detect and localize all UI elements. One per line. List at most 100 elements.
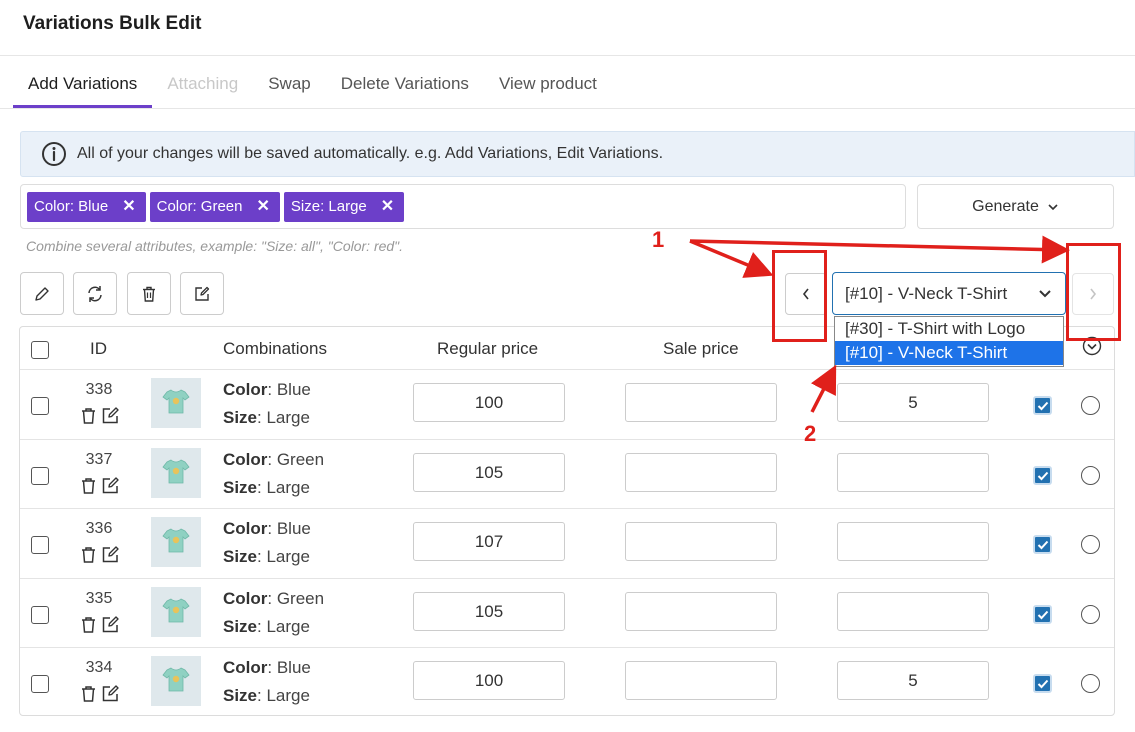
variation-thumbnail[interactable] <box>151 378 201 428</box>
default-radio[interactable] <box>1081 674 1100 693</box>
row-checkbox[interactable] <box>31 675 49 693</box>
product-option-selected[interactable]: [#10] - V-Neck T-Shirt <box>835 341 1063 365</box>
trash-icon[interactable] <box>80 407 97 425</box>
variation-combination: Color: Green Size: Large <box>223 446 324 502</box>
attr-value: : Blue <box>267 519 311 538</box>
sale-price-input[interactable] <box>625 383 777 422</box>
tab-attaching: Attaching <box>167 74 239 93</box>
attr-value: : Large <box>257 408 310 427</box>
tab-swap[interactable]: Swap <box>253 62 326 108</box>
stock-input[interactable] <box>837 661 989 700</box>
variation-combination: Color: Blue Size: Large <box>223 515 311 571</box>
edit-icon[interactable] <box>101 684 120 703</box>
remove-tag-icon[interactable]: ✕ <box>122 192 135 222</box>
row-checkbox[interactable] <box>31 536 49 554</box>
table-row: 337 Color: Green Size: Large <box>20 439 1114 509</box>
regular-price-input[interactable] <box>413 522 565 561</box>
variation-thumbnail[interactable] <box>151 656 201 706</box>
enabled-checkbox[interactable] <box>1033 535 1052 554</box>
select-all-checkbox[interactable] <box>31 341 49 359</box>
remove-tag-icon[interactable]: ✕ <box>256 192 269 222</box>
trash-icon[interactable] <box>80 546 97 564</box>
row-checkbox[interactable] <box>31 397 49 415</box>
regular-price-input[interactable] <box>413 453 565 492</box>
regular-price-input[interactable] <box>413 383 565 422</box>
sale-price-input[interactable] <box>625 592 777 631</box>
trash-icon[interactable] <box>80 477 97 495</box>
attr-label: Size <box>223 478 258 497</box>
enabled-checkbox[interactable] <box>1033 396 1052 415</box>
attr-value: : Large <box>257 617 310 636</box>
attr-label: Color <box>223 589 268 608</box>
autosave-notice: All of your changes will be saved automa… <box>20 131 1135 177</box>
default-radio[interactable] <box>1081 535 1100 554</box>
variation-thumbnail[interactable] <box>151 517 201 567</box>
column-sale-price: Sale price <box>663 339 739 358</box>
tabs-divider <box>0 108 1135 109</box>
edit-icon[interactable] <box>101 615 120 634</box>
regular-price-input[interactable] <box>413 592 565 631</box>
enabled-checkbox[interactable] <box>1033 674 1052 693</box>
default-radio[interactable] <box>1081 396 1100 415</box>
delete-button[interactable] <box>127 272 171 315</box>
edit-square-icon <box>195 286 210 301</box>
sale-price-input[interactable] <box>625 453 777 492</box>
regular-price-input[interactable] <box>413 661 565 700</box>
table-row: 338 Color: Blue Size: Large <box>20 369 1114 439</box>
variation-thumbnail[interactable] <box>151 448 201 498</box>
trash-icon[interactable] <box>80 616 97 634</box>
annotation-label-1: 1 <box>652 227 665 252</box>
attributes-input[interactable]: Color: Blue ✕ Color: Green ✕ Size: Large… <box>20 184 906 229</box>
annotation-label-2: 2 <box>804 421 817 446</box>
generate-label: Generate <box>972 197 1039 215</box>
generate-button[interactable]: Generate <box>917 184 1114 229</box>
attribute-tag: Color: Green ✕ <box>149 191 280 222</box>
refresh-button[interactable] <box>73 272 117 315</box>
attr-label: Size <box>223 686 258 705</box>
header-divider <box>0 55 1135 56</box>
edit-icon[interactable] <box>101 476 120 495</box>
attr-value: : Large <box>257 547 310 566</box>
tab-view-product[interactable]: View product <box>484 62 612 108</box>
stock-input[interactable] <box>837 522 989 561</box>
enabled-checkbox[interactable] <box>1033 605 1052 624</box>
bulk-edit-button[interactable] <box>20 272 64 315</box>
default-radio[interactable] <box>1081 605 1100 624</box>
trash-icon[interactable] <box>80 685 97 703</box>
sale-price-input[interactable] <box>625 661 777 700</box>
attr-value: : Blue <box>267 658 311 677</box>
tag-label: Size: Large <box>290 197 367 215</box>
edit-selected-button[interactable] <box>180 272 224 315</box>
edit-icon[interactable] <box>101 545 120 564</box>
product-option[interactable]: [#30] - T-Shirt with Logo <box>835 317 1063 341</box>
sale-price-input[interactable] <box>625 522 777 561</box>
edit-icon[interactable] <box>101 406 120 425</box>
variation-id: 335 <box>85 590 113 607</box>
stock-input[interactable] <box>837 383 989 422</box>
tab-add-variations[interactable]: Add Variations <box>13 62 153 108</box>
row-checkbox[interactable] <box>31 606 49 624</box>
attr-value: : Large <box>257 478 310 497</box>
attribute-tag: Size: Large ✕ <box>283 191 405 222</box>
tshirt-image <box>161 456 191 491</box>
attr-label: Color <box>223 658 268 677</box>
table-row: 335 Color: Green Size: Large <box>20 578 1114 648</box>
column-regular-price: Regular price <box>437 339 539 358</box>
variation-thumbnail[interactable] <box>151 587 201 637</box>
row-checkbox[interactable] <box>31 467 49 485</box>
remove-tag-icon[interactable]: ✕ <box>381 192 394 222</box>
annotation-box-prev <box>772 250 827 342</box>
annotation-box-next <box>1066 243 1121 341</box>
tag-label: Color: Blue <box>34 197 109 215</box>
enabled-checkbox[interactable] <box>1033 466 1052 485</box>
variation-id: 336 <box>85 520 113 537</box>
default-radio[interactable] <box>1081 466 1100 485</box>
tshirt-image <box>161 525 191 560</box>
stock-input[interactable] <box>837 592 989 631</box>
product-select[interactable]: [#10] - V-Neck T-Shirt <box>832 272 1066 315</box>
attr-label: Color <box>223 380 268 399</box>
variation-combination: Color: Green Size: Large <box>223 585 324 641</box>
stock-input[interactable] <box>837 453 989 492</box>
variation-combination: Color: Blue Size: Large <box>223 654 311 710</box>
tab-delete-variations[interactable]: Delete Variations <box>326 62 484 108</box>
